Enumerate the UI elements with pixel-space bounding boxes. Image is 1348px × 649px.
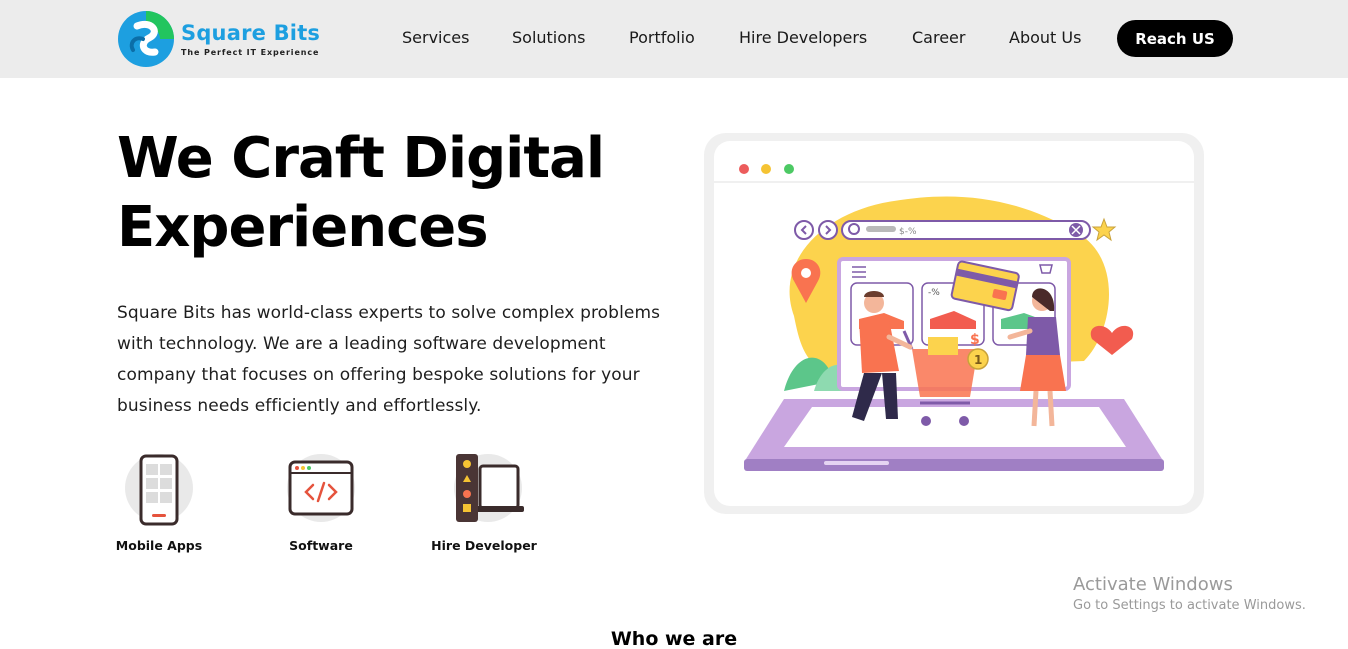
ecommerce-illustration: $-% -% $ 1 (744, 196, 1164, 471)
nav-portfolio[interactable]: Portfolio (629, 27, 695, 49)
feature-label: Hire Developer (431, 538, 537, 553)
hero-title: We Craft Digital Experiences (117, 124, 677, 262)
feature-hire-developer[interactable]: Hire Developer (429, 448, 539, 553)
browser-window: $-% -% $ 1 (714, 141, 1194, 506)
dollar-sign: $ (970, 332, 980, 348)
feature-label: Software (289, 538, 353, 553)
nav-hire-developers[interactable]: Hire Developers (739, 27, 867, 49)
watermark-subtitle: Go to Settings to activate Windows. (1073, 598, 1306, 613)
mobile-phone-icon (125, 454, 193, 526)
reach-us-button[interactable]: Reach US (1117, 20, 1233, 57)
feature-label: Mobile Apps (115, 538, 203, 553)
nav-solutions[interactable]: Solutions (512, 27, 586, 49)
code-window-icon (287, 454, 355, 522)
price-tag-text: -% (928, 288, 940, 298)
cart-badge-count: 1 (974, 353, 982, 367)
hero-illustration-frame: $-% -% $ 1 (704, 133, 1204, 514)
feature-mobile-apps[interactable]: Mobile Apps (104, 448, 214, 553)
nav-services[interactable]: Services (402, 27, 469, 49)
hero-description: Square Bits has world-class experts to s… (117, 303, 661, 416)
watermark-title: Activate Windows (1073, 574, 1233, 595)
feature-software[interactable]: Software (266, 448, 376, 553)
search-bar-text: $-% (899, 227, 917, 237)
nav-career[interactable]: Career (912, 27, 965, 49)
hero-title-line-1: We Craft Digital (117, 126, 605, 191)
who-we-are-heading: Who we are (610, 628, 738, 649)
top-navbar: Square Bits The Perfect IT Experience Se… (0, 0, 1348, 78)
windows-activation-watermark: Activate Windows Go to Settings to activ… (1073, 574, 1306, 616)
hero-title-line-2: Experiences (117, 195, 489, 260)
developer-desk-icon (454, 454, 524, 522)
nav-about-us[interactable]: About Us (1009, 27, 1081, 49)
main-nav: Services Solutions Portfolio Hire Develo… (0, 0, 1348, 78)
